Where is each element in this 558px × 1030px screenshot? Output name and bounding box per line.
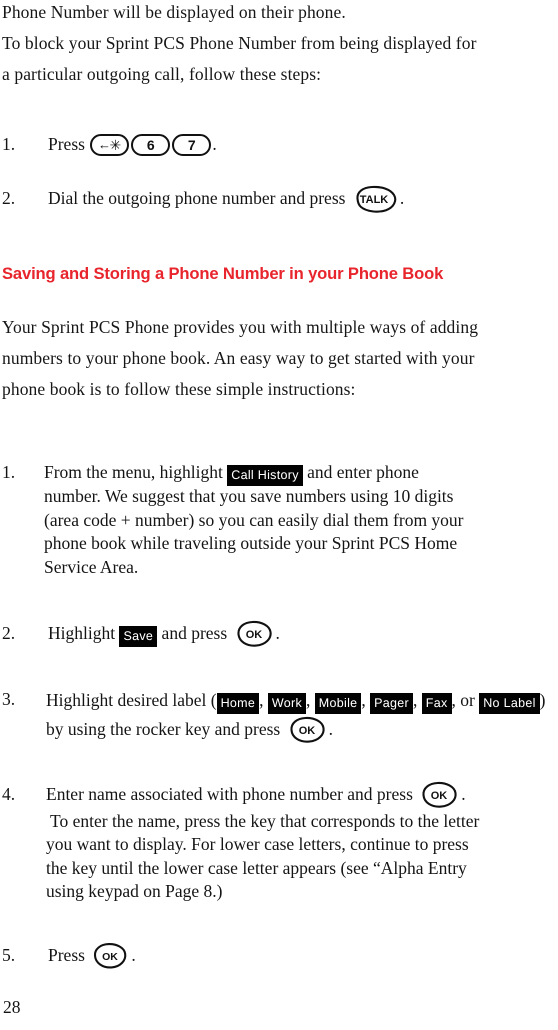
step-continuation-line-3: phone book while traveling outside your … — [44, 533, 458, 553]
step-number: 1. — [2, 462, 16, 482]
step-continuation: number. We suggest that you save numbers… — [44, 485, 556, 579]
menu-item-save[interactable]: Save — [119, 626, 158, 647]
step-continuation-line-2: (area code + number) so you can easily d… — [44, 509, 464, 530]
ok-key-label: OK — [245, 629, 262, 641]
section-body-line-2: numbers to your phone book. An easy way … — [2, 348, 475, 368]
step-number: 3. — [2, 689, 16, 709]
step-text-after: . — [275, 623, 280, 643]
manual-page: Phone Number will be displayed on their … — [0, 0, 558, 1030]
label-no-label[interactable]: No Label — [479, 693, 540, 714]
label-separator-2: , — [306, 690, 311, 710]
step-continuation-line-1: number. We suggest that you save numbers… — [44, 486, 454, 506]
talk-key-label: TALK — [360, 194, 389, 206]
asterisk-icon: ✳ — [109, 137, 121, 154]
step-text-or: , or — [451, 690, 475, 710]
page-number: 28 — [3, 997, 21, 1017]
key-7[interactable]: 7 — [172, 133, 212, 156]
step-text: Press ←✳ 67. — [48, 131, 217, 157]
step-text-before: Highlight desired label ( — [46, 690, 217, 710]
step-continuation-line-1: To enter the name, press the key that co… — [50, 810, 480, 831]
ok-key-label: OK — [431, 790, 448, 802]
label-pager[interactable]: Pager — [370, 693, 414, 714]
key-6[interactable]: 6 — [131, 133, 171, 156]
label-fax[interactable]: Fax — [421, 693, 452, 714]
section-body-line-1: Your Sprint PCS Phone provides you with … — [2, 317, 479, 337]
ok-key[interactable]: OK — [419, 780, 460, 809]
section-body-paragraph: Your Sprint PCS Phone provides you with … — [2, 312, 558, 405]
step-text: Highlight Save and press OK . — [48, 619, 280, 649]
step-continuation-line-4: Service Area. — [44, 556, 139, 577]
step-text-after: . — [212, 134, 217, 154]
talk-key[interactable]: TALK — [351, 184, 398, 213]
ok-key[interactable]: OK — [286, 715, 327, 744]
intro-line-3: a particular outgoing call, follow these… — [2, 64, 322, 84]
step-text-after: . — [399, 188, 405, 208]
step-continuation: To enter the name, press the key that co… — [46, 810, 558, 904]
ok-key-label: OK — [102, 951, 118, 963]
label-work[interactable]: Work — [267, 693, 307, 714]
step-text: Dial the outgoing phone number and press… — [48, 184, 405, 214]
step-text-middle: and press — [161, 623, 228, 643]
label-separator-1: , — [259, 690, 264, 710]
star-back-key[interactable]: ←✳ — [90, 133, 130, 156]
step-text-after: . — [131, 945, 136, 965]
step-continuation-line-3: the key until the lower case letter appe… — [46, 857, 467, 878]
step-text: Press OK . — [48, 941, 136, 971]
intro-line-2: To block your Sprint PCS Phone Number fr… — [2, 33, 477, 53]
step-number: 4. — [2, 784, 16, 804]
section-body-line-3: phone book is to follow these simple ins… — [2, 379, 356, 399]
ok-key[interactable]: OK — [233, 619, 274, 648]
step-text-before: From the menu, highlight — [44, 462, 223, 482]
step-text-before: Press — [48, 945, 85, 965]
step-text-after: . — [328, 719, 333, 739]
step-text-after: . — [461, 784, 466, 804]
step-text-before: Press — [48, 134, 85, 154]
step-text-before: Dial the outgoing phone number and press — [48, 188, 346, 208]
step-number: 5. — [2, 945, 16, 965]
step-text: Highlight desired label (Home, Work, Mob… — [46, 686, 558, 745]
step-text-before: Enter name associated with phone number … — [46, 784, 413, 804]
ok-key[interactable]: OK — [91, 941, 130, 970]
menu-item-call-history[interactable]: Call History — [227, 465, 303, 486]
step-continuation-line-2: you want to display. For lower case lett… — [46, 834, 469, 855]
section-heading: Saving and Storing a Phone Number in you… — [2, 264, 444, 283]
step-number: 1. — [2, 134, 16, 154]
ok-key-label: OK — [298, 725, 315, 737]
step-text-before: Highlight — [48, 623, 116, 643]
intro-line-1: Phone Number will be displayed on their … — [2, 2, 346, 22]
step-text-after: and enter phone — [307, 462, 419, 482]
step-text: Enter name associated with phone number … — [46, 780, 558, 904]
label-mobile[interactable]: Mobile — [314, 693, 362, 714]
label-home[interactable]: Home — [216, 693, 260, 714]
step-continuation-line-4: using keypad on Page 8.) — [46, 881, 223, 902]
step-number: 2. — [2, 623, 16, 643]
intro-paragraph: Phone Number will be displayed on their … — [2, 0, 558, 90]
step-number: 2. — [2, 188, 16, 208]
step-text: From the menu, highlight Call History an… — [44, 459, 556, 579]
label-separator-4: , — [413, 690, 418, 710]
label-separator-3: , — [361, 690, 366, 710]
